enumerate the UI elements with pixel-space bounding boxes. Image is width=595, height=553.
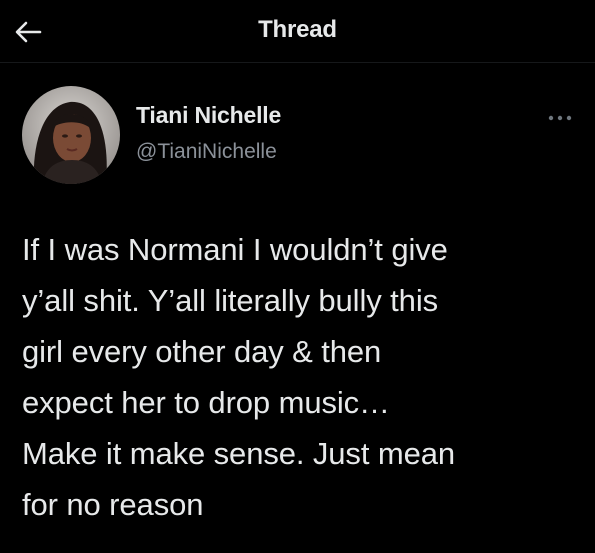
more-horizontal-icon [548, 115, 572, 121]
header-divider [0, 62, 595, 63]
tweet-text: If I was Normani I wouldn’t give y’all s… [22, 232, 456, 522]
more-options-button[interactable] [544, 108, 576, 128]
profile-photo [22, 86, 120, 184]
top-navigation-bar: Thread [0, 0, 595, 62]
avatar[interactable] [22, 86, 120, 184]
author-handle[interactable]: @TianiNichelle [136, 140, 277, 164]
author-name[interactable]: Tiani Nichelle [136, 102, 281, 129]
page-title: Thread [258, 16, 337, 43]
